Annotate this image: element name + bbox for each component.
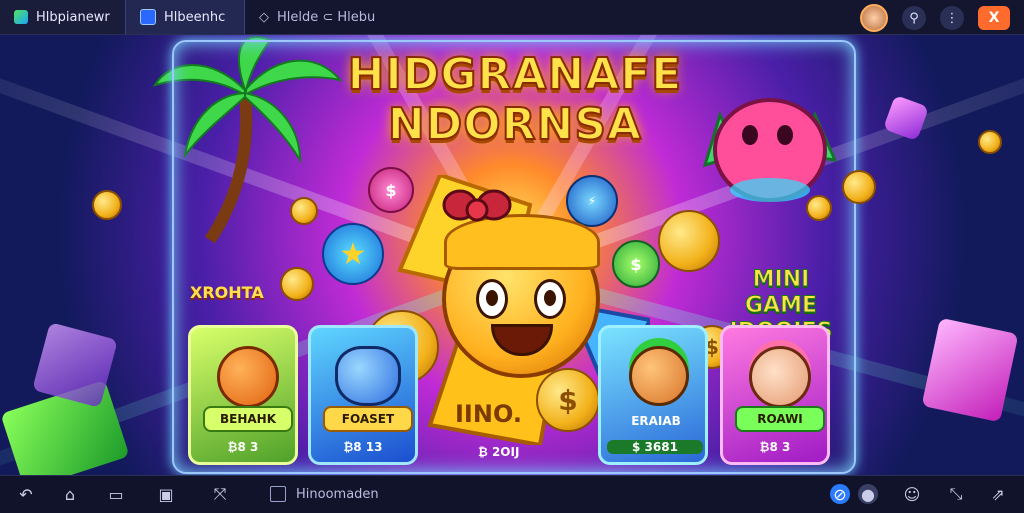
app-tab[interactable]: Hlbpianewr <box>0 0 125 34</box>
game-card-3-button[interactable]: ERAIAB <box>613 410 699 432</box>
game-stage[interactable]: HIDGRANAFE NDORNSA $ ⚡ ★ $ MINI GAME IDO… <box>0 35 1024 475</box>
dollar-coin-icon: $ <box>536 368 600 432</box>
game-card-4-value: ₿8 3 <box>759 440 791 454</box>
close-icon: X <box>988 10 1000 26</box>
app-tab-label: Hlbpianewr <box>36 9 110 25</box>
home-icon[interactable]: ⌂ <box>60 484 80 504</box>
game-title-line2: NDORNSA <box>387 99 643 151</box>
game-card-1-button[interactable]: BEHAHK <box>203 406 293 432</box>
section-label: XROHTA <box>190 283 264 302</box>
game-card-2[interactable]: FOASET ₿8 13 <box>308 325 418 465</box>
bottom-toolbar: ↶ ⌂ ▭ ▣ ⤧ Hinoomaden ⊘ ● ☺ ⤡ ⇗ <box>0 475 1024 513</box>
diamond-icon: ◇ <box>259 9 269 25</box>
orange-creature-icon <box>217 346 279 408</box>
game-title: HIDGRANAFE NDORNSA <box>335 49 695 151</box>
fullscreen-icon[interactable]: ⤡ <box>946 484 966 504</box>
blue-creature-icon <box>335 346 401 406</box>
more-icon[interactable]: ⋮ <box>940 6 964 30</box>
share-icon[interactable]: ⇗ <box>988 484 1008 504</box>
tab-other-label: Hlelde ⊂ Hlebu <box>277 9 376 25</box>
search-icon[interactable]: ⚲ <box>902 6 926 30</box>
star-token-icon: ★ <box>322 223 384 285</box>
girl-character-icon <box>749 346 811 408</box>
mascot-bow-icon <box>442 189 512 222</box>
window-titlebar: Hlbpianewr Hlbeenhc ◇ Hlelde ⊂ Hlebu ⚲ ⋮… <box>0 0 1024 35</box>
address-bar[interactable]: Hinoomaden <box>270 482 650 506</box>
globe-icon[interactable]: ⊘ <box>830 484 850 504</box>
address-text: Hinoomaden <box>296 486 379 502</box>
titlebar-controls: ⚲ ⋮ X <box>860 4 1010 32</box>
back-icon[interactable]: ↶ <box>16 484 36 504</box>
app-logo-icon <box>14 10 28 24</box>
settings-icon[interactable]: ● <box>858 484 878 504</box>
game-card-3[interactable]: ERAIAB $ 3681 <box>598 325 708 465</box>
center-value: ₿ 2OIJ <box>478 445 520 459</box>
crop-icon[interactable]: ⤧ <box>210 484 230 504</box>
gold-coin-icon <box>658 210 720 272</box>
tab-game-icon <box>140 9 156 25</box>
gold-coin-icon <box>280 267 314 301</box>
tab-game[interactable]: Hlbeenhc <box>125 0 245 34</box>
gold-coin-icon <box>92 190 122 220</box>
gold-coin-icon <box>978 130 1002 154</box>
avatar[interactable] <box>860 4 888 32</box>
game-card-4-button[interactable]: ROAWI <box>735 406 825 432</box>
game-card-3-value: $ 3681 <box>607 440 703 454</box>
page-icon <box>270 486 286 502</box>
game-card-1-value: ₿8 3 <box>227 440 259 454</box>
game-card-2-value: ₿8 13 <box>343 440 383 454</box>
gold-coin-icon <box>806 195 832 221</box>
close-button[interactable]: X <box>978 6 1010 30</box>
center-badge-text: IINO. <box>455 400 522 428</box>
gold-coin-icon <box>842 170 876 204</box>
mascot-character[interactable] <box>442 214 600 378</box>
image-icon[interactable]: ▣ <box>156 484 176 504</box>
emoji-icon[interactable]: ☺ <box>902 484 922 504</box>
game-card-2-button[interactable]: FOASET <box>323 406 413 432</box>
game-card-1[interactable]: BEHAHK ₿8 3 <box>188 325 298 465</box>
game-card-4[interactable]: ROAWI ₿8 3 <box>720 325 830 465</box>
green-hair-character-icon <box>629 346 689 406</box>
gold-coin-icon <box>290 197 318 225</box>
game-title-line1: HIDGRANAFE <box>347 49 683 101</box>
tab-other[interactable]: ◇ Hlelde ⊂ Hlebu <box>245 0 395 34</box>
tab-game-label: Hlbeenhc <box>164 9 226 25</box>
folder-icon[interactable]: ▭ <box>106 484 126 504</box>
mini-game-title-line1: MINI GAME <box>744 267 817 319</box>
